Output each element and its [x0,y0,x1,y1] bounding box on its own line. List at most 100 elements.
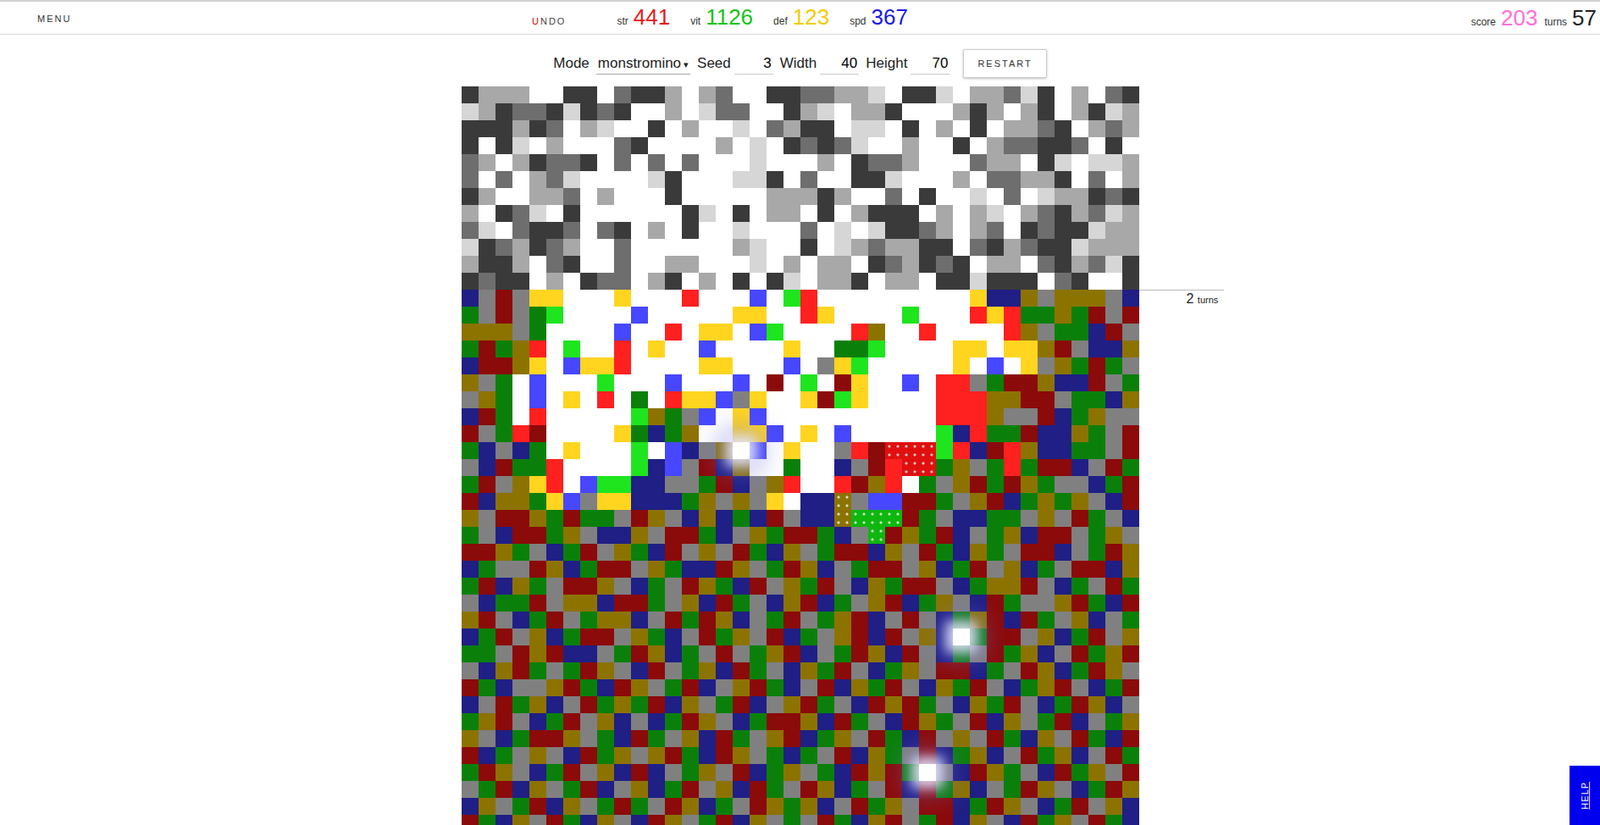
board-cell[interactable] [919,628,936,646]
board-cell[interactable] [461,679,479,697]
board-cell[interactable] [766,306,784,324]
board-cell[interactable] [749,357,767,375]
board-cell[interactable] [919,526,936,544]
board-cell[interactable] [902,476,920,493]
board-cell[interactable] [512,459,530,477]
board-cell[interactable] [952,594,970,612]
board-cell[interactable] [902,272,920,290]
board-cell[interactable] [580,340,598,358]
board-cell[interactable] [1037,255,1055,273]
board-cell[interactable] [1037,526,1055,544]
board-cell[interactable] [563,679,581,697]
board-cell[interactable] [1003,594,1021,612]
board-cell[interactable] [969,814,987,825]
board-cell[interactable] [749,86,767,104]
board-cell[interactable] [715,442,733,460]
board-cell[interactable] [935,476,953,493]
board-cell[interactable] [1020,747,1038,765]
board-cell[interactable] [1122,221,1140,239]
board-cell[interactable] [817,103,835,121]
board-cell[interactable] [766,204,784,222]
board-cell[interactable] [580,679,598,697]
board-cell[interactable] [885,459,903,477]
board-cell[interactable] [1122,289,1140,307]
board-cell[interactable] [1088,780,1106,798]
board-cell[interactable] [1037,391,1055,409]
board-cell[interactable] [969,306,987,324]
board-cell[interactable] [580,628,598,646]
board-cell[interactable] [546,188,564,205]
board-cell[interactable] [529,323,547,341]
board-cell[interactable] [935,408,953,426]
board-cell[interactable] [851,476,869,493]
board-cell[interactable] [885,238,903,256]
board-cell[interactable] [783,730,801,748]
board-cell[interactable] [1071,408,1089,426]
board-cell[interactable] [1105,645,1123,663]
board-cell[interactable] [614,137,632,155]
board-cell[interactable] [529,797,547,815]
board-cell[interactable] [851,188,869,205]
board-cell[interactable] [834,103,852,121]
board-cell[interactable] [647,171,665,189]
board-cell[interactable] [495,814,513,825]
board-cell[interactable] [1020,696,1038,714]
board-cell[interactable] [902,662,920,680]
board-cell[interactable] [1020,611,1038,629]
board-cell[interactable] [732,594,750,612]
board-cell[interactable] [1003,628,1021,646]
board-cell[interactable] [935,171,953,189]
board-cell[interactable] [1003,221,1021,239]
board-cell[interactable] [563,797,581,815]
board-cell[interactable] [749,204,767,222]
board-cell[interactable] [851,662,869,680]
board-cell[interactable] [1020,374,1038,392]
board-cell[interactable] [1105,628,1123,646]
board-cell[interactable] [1054,289,1072,307]
board-cell[interactable] [1003,780,1021,798]
board-cell[interactable] [919,340,936,358]
board-cell[interactable] [1054,272,1072,290]
board-cell[interactable] [614,340,632,358]
board-cell[interactable] [478,696,496,714]
board-cell[interactable] [614,509,632,527]
board-cell[interactable] [766,594,784,612]
board-cell[interactable] [664,86,682,104]
board-cell[interactable] [1105,171,1123,189]
board-cell[interactable] [698,713,716,731]
board-cell[interactable] [715,391,733,409]
board-cell[interactable] [1088,476,1106,493]
board-cell[interactable] [800,662,818,680]
board-cell[interactable] [1122,391,1140,409]
board-cell[interactable] [597,103,615,121]
board-cell[interactable] [529,272,547,290]
board-cell[interactable] [563,594,581,612]
board-cell[interactable] [834,543,852,561]
board-cell[interactable] [800,509,818,527]
board-cell[interactable] [715,560,733,578]
board-cell[interactable] [851,255,869,273]
board-cell[interactable] [851,442,869,460]
board-cell[interactable] [1105,120,1123,138]
board-cell[interactable] [647,272,665,290]
board-cell[interactable] [1003,120,1021,138]
board-cell[interactable] [935,289,953,307]
board-cell[interactable] [1037,103,1055,121]
board-cell[interactable] [478,120,496,138]
board-cell[interactable] [614,289,632,307]
board-cell[interactable] [834,645,852,663]
board-cell[interactable] [546,459,564,477]
board-cell[interactable] [732,154,750,172]
board-cell[interactable] [715,679,733,697]
board-cell[interactable] [834,86,852,104]
board-cell[interactable] [647,442,665,460]
board-cell[interactable] [631,509,648,527]
board-cell[interactable] [647,221,665,239]
board-cell[interactable] [715,628,733,646]
board-cell[interactable] [478,594,496,612]
board-cell[interactable] [698,628,716,646]
board-cell[interactable] [1003,696,1021,714]
board-cell[interactable] [1088,662,1106,680]
board-cell[interactable] [580,188,598,205]
board-cell[interactable] [529,764,547,781]
